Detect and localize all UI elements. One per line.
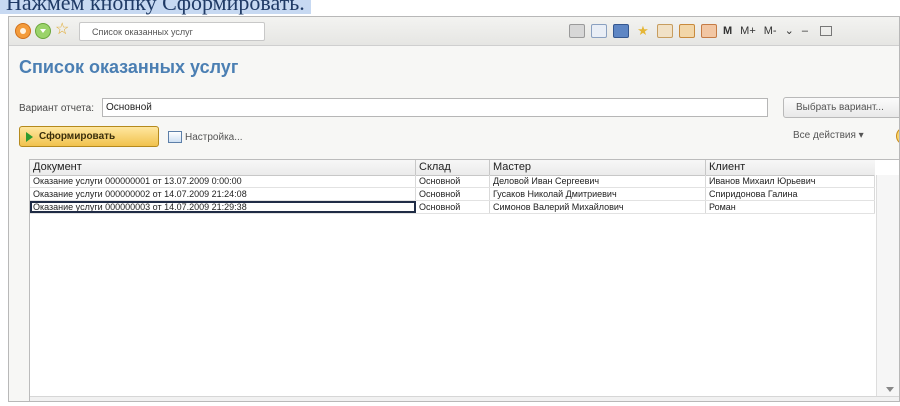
choose-variant-button[interactable]: Выбрать вариант... — [783, 97, 899, 118]
scroll-left-icon[interactable] — [30, 397, 48, 401]
report-variant-field[interactable]: Основной — [102, 98, 768, 117]
table-row-selected[interactable]: Оказание услуги 000000003 от 14.07.2009 … — [30, 201, 875, 214]
favorite-icon[interactable]: ★ — [635, 24, 651, 38]
play-icon — [26, 131, 33, 142]
cell-master[interactable]: Симонов Валерий Михайлович — [490, 201, 706, 213]
cell-warehouse[interactable]: Основной — [416, 201, 490, 213]
settings-button-label: Настройка... — [185, 131, 243, 143]
cell-client[interactable]: Спиридонова Галина — [706, 188, 875, 200]
window-tab[interactable]: Список оказанных услуг — [79, 22, 265, 41]
cell-master[interactable]: Гусаков Николай Дмитриевич — [490, 188, 706, 200]
settings-icon — [168, 131, 182, 143]
column-header-master[interactable]: Мастер — [490, 160, 706, 175]
table-row[interactable]: Оказание услуги 000000002 от 14.07.2009 … — [30, 188, 875, 201]
vertical-scrollbar[interactable] — [876, 175, 899, 398]
all-actions-menu[interactable]: Все действия ▾ — [793, 130, 864, 141]
report-variant-label: Вариант отчета: — [19, 103, 94, 114]
maximize-icon[interactable] — [819, 26, 832, 36]
horizontal-scrollbar[interactable] — [30, 396, 899, 402]
column-header-document[interactable]: Документ — [30, 160, 416, 175]
scroll-thumb[interactable] — [390, 401, 416, 402]
generate-button[interactable]: Сформировать — [19, 126, 159, 147]
help-icon[interactable]: ? — [896, 127, 899, 145]
memory-minus-button[interactable]: M- — [764, 23, 777, 39]
settings-button[interactable]: Настройка... — [168, 127, 243, 147]
column-header-warehouse[interactable]: Склад — [416, 160, 490, 175]
title-bar: ☆ Список оказанных услуг ★ M M+ M- ⌄ – — [9, 17, 899, 46]
cell-master[interactable]: Деловой Иван Сергеевич — [490, 175, 706, 187]
services-table: Документ Склад Мастер Клиент Оказание ус… — [29, 159, 899, 402]
instruction-caption: Нажмем кнопку Сформировать. — [0, 0, 311, 14]
table-body: Оказание услуги 000000001 от 13.07.2009 … — [30, 175, 875, 214]
minimize-icon[interactable]: – — [802, 23, 808, 39]
1c-logo-icon[interactable] — [15, 23, 31, 39]
memory-button[interactable]: M — [723, 23, 732, 39]
table-header: Документ Склад Мастер Клиент — [30, 160, 875, 176]
history-icon[interactable] — [657, 24, 673, 38]
cell-warehouse[interactable]: Основной — [416, 188, 490, 200]
page-title: Список оказанных услуг — [19, 57, 239, 77]
cell-document[interactable]: Оказание услуги 000000003 от 14.07.2009 … — [30, 201, 416, 213]
title-toolbar: ★ M M+ M- ⌄ – — [569, 23, 832, 39]
save-icon[interactable] — [613, 24, 629, 38]
report-window: ☆ Список оказанных услуг ★ M M+ M- ⌄ – С… — [8, 16, 900, 402]
star-icon[interactable]: ☆ — [55, 21, 69, 39]
scroll-down-icon[interactable] — [886, 387, 894, 392]
table-row[interactable]: Оказание услуги 000000001 от 13.07.2009 … — [30, 175, 875, 188]
main-menu-icon[interactable] — [35, 23, 51, 39]
cell-document[interactable]: Оказание услуги 000000001 от 13.07.2009 … — [30, 175, 416, 187]
dropdown-chevron-icon[interactable]: ⌄ — [785, 23, 794, 39]
calculator-icon[interactable] — [679, 24, 695, 38]
print-icon[interactable] — [569, 24, 585, 38]
generate-button-label: Сформировать — [39, 131, 116, 142]
screenshot-root: Нажмем кнопку Сформировать. ☆ Список ока… — [0, 0, 900, 406]
column-header-client[interactable]: Клиент — [706, 160, 875, 175]
preview-icon[interactable] — [591, 24, 607, 38]
cell-document[interactable]: Оказание услуги 000000002 от 14.07.2009 … — [30, 188, 416, 200]
scroll-right-icon[interactable] — [860, 397, 878, 401]
cell-warehouse[interactable]: Основной — [416, 175, 490, 187]
cell-client[interactable]: Иванов Михаил Юрьевич — [706, 175, 875, 187]
cell-client[interactable]: Роман — [706, 201, 875, 213]
calendar-icon[interactable] — [701, 24, 717, 38]
memory-plus-button[interactable]: M+ — [740, 23, 756, 39]
